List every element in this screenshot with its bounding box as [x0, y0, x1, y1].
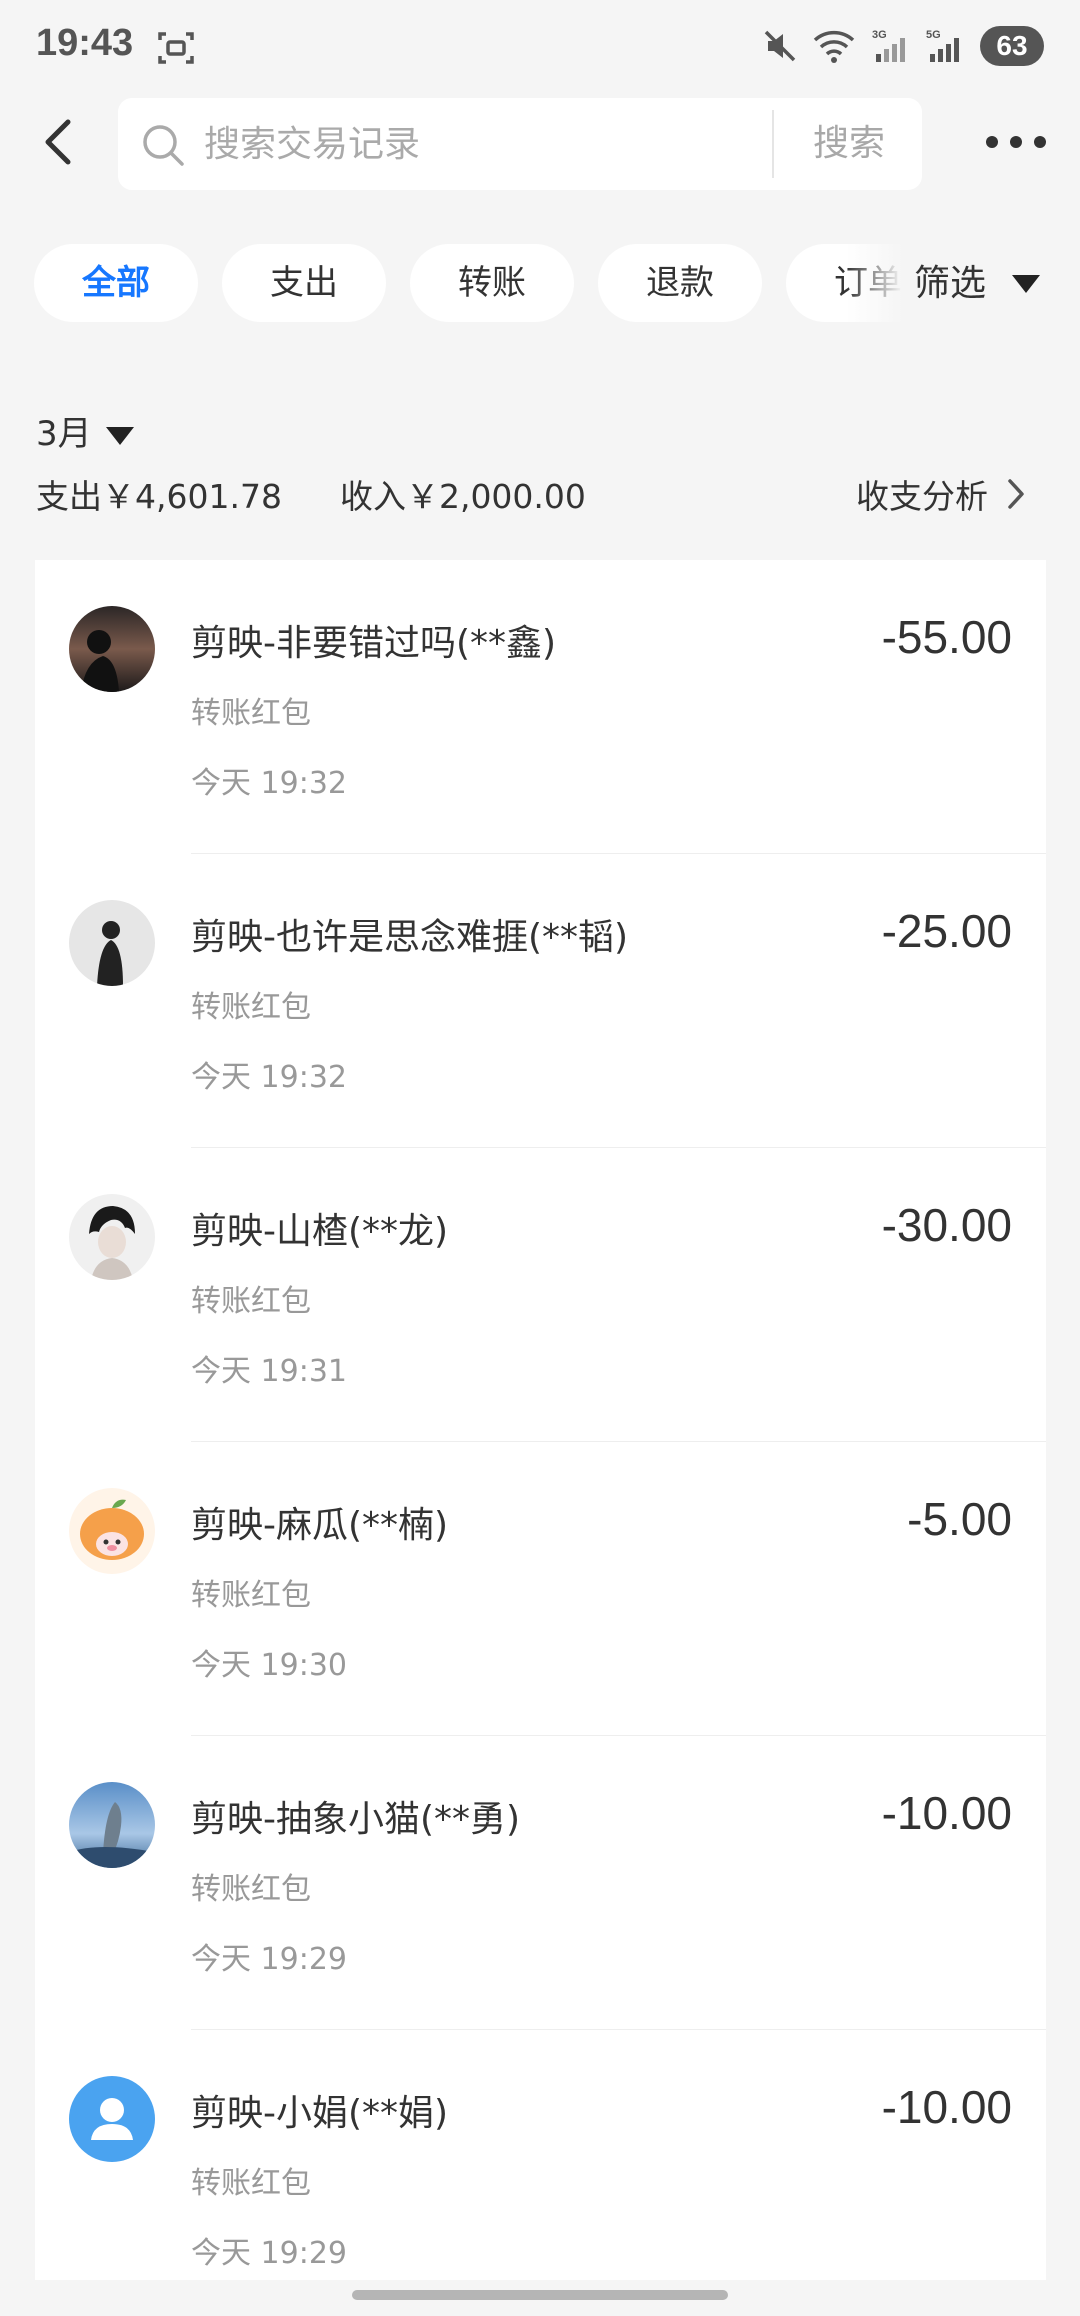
chips-fade	[846, 244, 916, 324]
chip-refund[interactable]: 退款	[598, 244, 762, 322]
transaction-type: 转账红包	[191, 2166, 311, 2201]
totals: 支出￥4,601.78 收入￥2,000.00	[36, 470, 586, 518]
filter-bar: 全部 支出 转账 退款 订单 筛选	[0, 244, 1080, 324]
transaction-title: 剪映-非要错过吗(**鑫)	[191, 623, 557, 664]
transaction-time: 今天 19:30	[191, 1648, 347, 1683]
search-icon	[143, 125, 184, 166]
avatar	[69, 1488, 155, 1574]
transaction-amount: -10.00	[881, 2081, 1012, 2133]
transaction-type: 转账红包	[191, 696, 311, 731]
transaction-amount: -5.00	[907, 1493, 1012, 1545]
default-avatar-icon	[69, 2076, 155, 2162]
status-icons: 3G 5G 63	[762, 26, 1044, 66]
chevron-right-icon	[1008, 479, 1024, 509]
month-selector[interactable]: 3月	[36, 406, 134, 455]
svg-text:3G: 3G	[872, 29, 887, 41]
chip-transfer[interactable]: 转账	[410, 244, 574, 322]
transaction-title: 剪映-小娟(**娟)	[191, 2093, 449, 2134]
home-indicator[interactable]	[352, 2290, 728, 2300]
top-bar: 搜索	[0, 92, 1080, 192]
transaction-title: 剪映-抽象小猫(**勇)	[191, 1799, 521, 1840]
screen-capture-icon	[158, 32, 194, 64]
category-chips: 全部 支出 转账 退款 订单	[34, 244, 902, 324]
transaction-item[interactable]: 剪映-山楂(**龙) -30.00 转账红包 今天 19:31	[35, 1148, 1046, 1442]
transaction-amount: -30.00	[881, 1199, 1012, 1251]
transaction-time: 今天 19:32	[191, 766, 347, 801]
analysis-link[interactable]: 收支分析	[856, 470, 1026, 518]
status-time: 19:43	[36, 22, 134, 64]
battery-indicator: 63	[980, 26, 1044, 66]
transaction-time: 今天 19:32	[191, 1060, 347, 1095]
svg-text:5G: 5G	[926, 29, 941, 41]
transaction-item[interactable]: 剪映-小娟(**娟) -10.00 转账红包 今天 19:29	[35, 2030, 1046, 2280]
more-options-icon[interactable]	[984, 130, 1048, 154]
chip-all[interactable]: 全部	[34, 244, 198, 322]
transaction-time: 今天 19:29	[191, 2236, 347, 2271]
income-total: 收入￥2,000.00	[339, 477, 586, 516]
search-button[interactable]: 搜索	[776, 98, 922, 190]
transaction-item[interactable]: 剪映-抽象小猫(**勇) -10.00 转账红包 今天 19:29	[35, 1736, 1046, 2030]
search-input[interactable]	[204, 120, 864, 168]
back-button[interactable]	[30, 112, 90, 172]
transaction-amount: -25.00	[881, 905, 1012, 957]
avatar	[69, 606, 155, 692]
signal-3g-icon: 3G	[872, 29, 905, 62]
filter-label: 筛选	[914, 263, 987, 304]
expense-total: 支出￥4,601.78	[36, 477, 282, 516]
transaction-item[interactable]: 剪映-非要错过吗(**鑫) -55.00 转账红包 今天 19:32	[35, 560, 1046, 854]
wifi-icon	[813, 30, 855, 63]
transaction-type: 转账红包	[191, 1872, 311, 1907]
caret-down-icon	[105, 426, 134, 445]
transaction-time: 今天 19:31	[191, 1354, 347, 1389]
transaction-item[interactable]: 剪映-也许是思念难捱(**韬) -25.00 转账红包 今天 19:32	[35, 854, 1046, 1148]
transaction-time: 今天 19:29	[191, 1942, 347, 1977]
signal-5g-icon: 5G	[926, 29, 959, 62]
caret-down-icon	[1012, 275, 1040, 293]
transaction-title: 剪映-麻瓜(**楠)	[191, 1505, 449, 1546]
mute-icon	[764, 30, 796, 62]
chip-expense[interactable]: 支出	[222, 244, 386, 322]
transaction-list: 剪映-非要错过吗(**鑫) -55.00 转账红包 今天 19:32 剪映-也许…	[35, 560, 1046, 2280]
transaction-amount: -10.00	[881, 1787, 1012, 1839]
transaction-type: 转账红包	[191, 990, 311, 1025]
search-box: 搜索	[118, 98, 922, 190]
transaction-item[interactable]: 剪映-麻瓜(**楠) -5.00 转账红包 今天 19:30	[35, 1442, 1046, 1736]
transaction-type: 转账红包	[191, 1578, 311, 1613]
transaction-type: 转账红包	[191, 1284, 311, 1319]
month-label: 3月	[36, 414, 92, 454]
transaction-title: 剪映-也许是思念难捱(**韬)	[191, 917, 629, 958]
avatar	[69, 1194, 155, 1280]
transaction-title: 剪映-山楂(**龙)	[191, 1211, 449, 1252]
month-summary: 3月 支出￥4,601.78 收入￥2,000.00 收支分析	[0, 370, 1080, 530]
analysis-label: 收支分析	[856, 477, 988, 516]
transaction-amount: -55.00	[881, 611, 1012, 663]
status-bar: 19:43 3G 5G 63	[0, 0, 1080, 92]
avatar	[69, 900, 155, 986]
search-divider	[772, 110, 774, 178]
avatar	[69, 1782, 155, 1868]
filter-button[interactable]: 筛选	[914, 244, 1054, 324]
